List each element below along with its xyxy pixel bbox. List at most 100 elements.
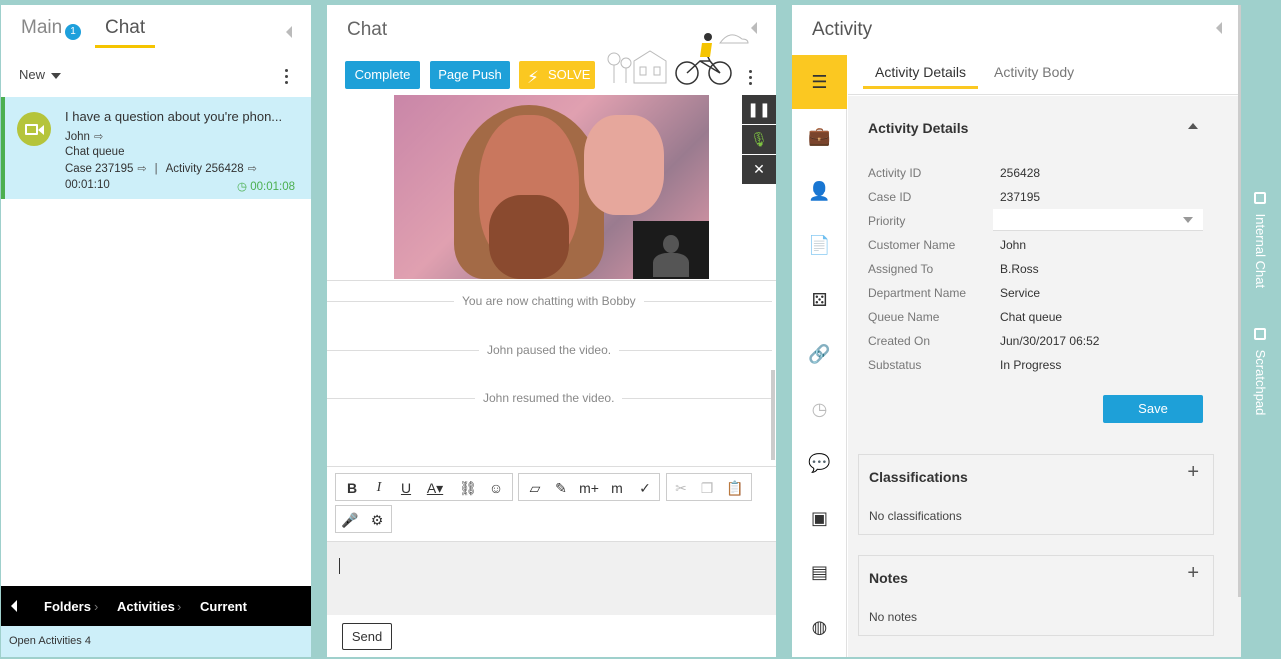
field-label: Substatus bbox=[868, 358, 922, 372]
globe-icon[interactable]: ◍ bbox=[792, 600, 847, 654]
collapse-section-icon[interactable] bbox=[1188, 123, 1198, 129]
breadcrumb-folders[interactable]: Folders bbox=[44, 599, 91, 614]
customer-icon[interactable]: 👤 bbox=[792, 164, 847, 218]
tab-activity-body[interactable]: Activity Body bbox=[994, 64, 1074, 86]
conversation-card[interactable]: I have a question about you're phon... J… bbox=[1, 97, 311, 199]
breadcrumb-activities[interactable]: Activities bbox=[117, 599, 175, 614]
settings-icon[interactable]: ⚙ bbox=[367, 510, 387, 530]
chat-more-icon[interactable] bbox=[749, 70, 753, 88]
page-push-button[interactable]: Page Push bbox=[430, 61, 510, 89]
classifications-section: Classifications + No classifications bbox=[858, 454, 1214, 535]
close-video-icon[interactable]: ✕ bbox=[742, 155, 776, 184]
field-label: Case ID bbox=[868, 190, 912, 204]
self-view bbox=[633, 221, 709, 279]
clock-icon: ◷ bbox=[237, 181, 251, 193]
clipboard-toolbar: ✂ ❐ 📋 bbox=[666, 473, 752, 501]
font-color-icon[interactable]: A▾ bbox=[425, 478, 445, 498]
filter-dropdown[interactable]: New bbox=[19, 67, 62, 82]
collapse-right-icon[interactable] bbox=[1216, 22, 1222, 34]
notes-icon[interactable]: ▤ bbox=[792, 545, 847, 599]
send-button[interactable]: Send bbox=[342, 623, 392, 650]
section-title: Activity Details bbox=[868, 120, 969, 136]
chat-bubble-icon bbox=[1254, 192, 1266, 204]
scratchpad-icon bbox=[1254, 328, 1266, 340]
conversation-queue: Chat queue bbox=[65, 146, 125, 158]
details-list-icon[interactable]: ☰ bbox=[792, 55, 847, 109]
link-icon[interactable]: ⛓ bbox=[458, 478, 478, 498]
solve-button[interactable]: ⚡ SOLVE bbox=[519, 61, 595, 89]
activity-subtabs: Activity Details Activity Body bbox=[848, 55, 1241, 95]
substatus-value: In Progress bbox=[1000, 358, 1062, 372]
insert-toolbar: ▱ ✎ m+ m ✓ bbox=[518, 473, 660, 501]
activity-panel: Activity ☰ 💼 👤 📄 ⚄ 🔗 ◷ 💬 ▣ ▤ ◍ Activity … bbox=[792, 5, 1241, 657]
internal-chat-tab[interactable]: Internal Chat bbox=[1253, 192, 1268, 288]
video-feed bbox=[394, 95, 709, 279]
main-badge: 1 bbox=[65, 24, 81, 40]
collapse-center-icon[interactable] bbox=[751, 22, 757, 34]
field-label: Assigned To bbox=[868, 262, 934, 276]
microphone-icon[interactable]: 🎙 bbox=[742, 125, 776, 154]
chat-message: You are now chatting with Bobby bbox=[454, 294, 644, 308]
conversation-elapsed: 00:01:10 bbox=[65, 179, 110, 191]
breadcrumb-back-icon[interactable] bbox=[11, 600, 17, 612]
link-chain-icon[interactable]: 🔗 bbox=[792, 327, 847, 381]
document-icon[interactable]: 📄 bbox=[792, 218, 847, 272]
solve-label: SOLVE bbox=[548, 67, 591, 82]
conversation-title: I have a question about you're phon... bbox=[65, 109, 283, 124]
add-note-icon[interactable]: + bbox=[1187, 562, 1199, 585]
save-button[interactable]: Save bbox=[1103, 395, 1203, 423]
dice-icon[interactable]: ⚄ bbox=[792, 273, 847, 327]
activity-icon-bar: ☰ 💼 👤 📄 ⚄ 🔗 ◷ 💬 ▣ ▤ ◍ bbox=[792, 55, 847, 657]
open-activity-icon[interactable]: ⇨ bbox=[248, 162, 257, 175]
left-more-icon[interactable] bbox=[285, 69, 289, 87]
conversation-icon[interactable]: 💬 bbox=[792, 436, 847, 490]
tab-activity-details[interactable]: Activity Details bbox=[863, 64, 979, 89]
conversation-timer: 00:01:08 bbox=[250, 181, 295, 193]
open-case-icon[interactable]: ⇨ bbox=[137, 162, 146, 175]
eraser-icon[interactable]: ▱ bbox=[525, 478, 545, 498]
italic-icon[interactable]: I bbox=[369, 478, 389, 498]
contact-card-icon[interactable]: ▣ bbox=[792, 491, 847, 545]
scratchpad-tab[interactable]: Scratchpad bbox=[1253, 328, 1268, 415]
tab-chat[interactable]: Chat bbox=[95, 17, 156, 48]
cut-icon[interactable]: ✂ bbox=[671, 478, 691, 498]
breadcrumb-current[interactable]: Current bbox=[200, 599, 247, 614]
open-activities-status: Open Activities 4 bbox=[1, 626, 311, 657]
chat-scrollbar[interactable] bbox=[771, 370, 775, 460]
activity-scrollbar[interactable] bbox=[1238, 5, 1241, 597]
insert-field-icon[interactable]: m+ bbox=[579, 478, 599, 498]
priority-select[interactable] bbox=[993, 209, 1203, 231]
activity-id-value: 256428 bbox=[1000, 166, 1041, 180]
filter-label: New bbox=[19, 67, 46, 82]
chat-message: John resumed the video. bbox=[475, 391, 623, 405]
message-input[interactable] bbox=[327, 541, 776, 615]
emoji-icon[interactable]: ☺ bbox=[486, 478, 506, 498]
tab-main[interactable]: Main bbox=[21, 17, 62, 39]
merge-field-icon[interactable]: m bbox=[607, 478, 627, 498]
underline-icon[interactable]: U bbox=[396, 478, 416, 498]
briefcase-icon[interactable]: 💼 bbox=[792, 109, 847, 163]
notes-empty: No notes bbox=[869, 610, 918, 624]
created-on-value: Jun/30/2017 06:52 bbox=[1000, 334, 1100, 348]
dictation-icon[interactable]: 🎤 bbox=[340, 510, 360, 530]
field-label: Priority bbox=[868, 214, 906, 228]
left-tabs: Main 1 Chat bbox=[1, 5, 311, 55]
field-label: Department Name bbox=[868, 286, 967, 300]
open-customer-icon[interactable]: ⇨ bbox=[94, 130, 103, 143]
history-icon[interactable]: ◷ bbox=[792, 382, 847, 436]
collapse-left-icon[interactable] bbox=[286, 26, 292, 38]
add-classification-icon[interactable]: + bbox=[1187, 461, 1199, 484]
notes-title: Notes bbox=[869, 570, 908, 586]
bold-icon[interactable]: B bbox=[342, 478, 362, 498]
field-label: Customer Name bbox=[868, 238, 956, 252]
conversation-case: Case 237195 bbox=[65, 163, 134, 175]
complete-button[interactable]: Complete bbox=[345, 61, 420, 89]
spellcheck-icon[interactable]: ✓ bbox=[635, 478, 655, 498]
pause-icon[interactable]: ❚❚ bbox=[742, 95, 776, 124]
field-label: Activity ID bbox=[868, 166, 922, 180]
brush-icon[interactable]: ✎ bbox=[551, 478, 571, 498]
paste-icon[interactable]: 📋 bbox=[725, 478, 745, 498]
chat-message: John paused the video. bbox=[479, 343, 620, 357]
copy-icon[interactable]: ❐ bbox=[697, 478, 717, 498]
chevron-down-icon bbox=[51, 72, 62, 79]
